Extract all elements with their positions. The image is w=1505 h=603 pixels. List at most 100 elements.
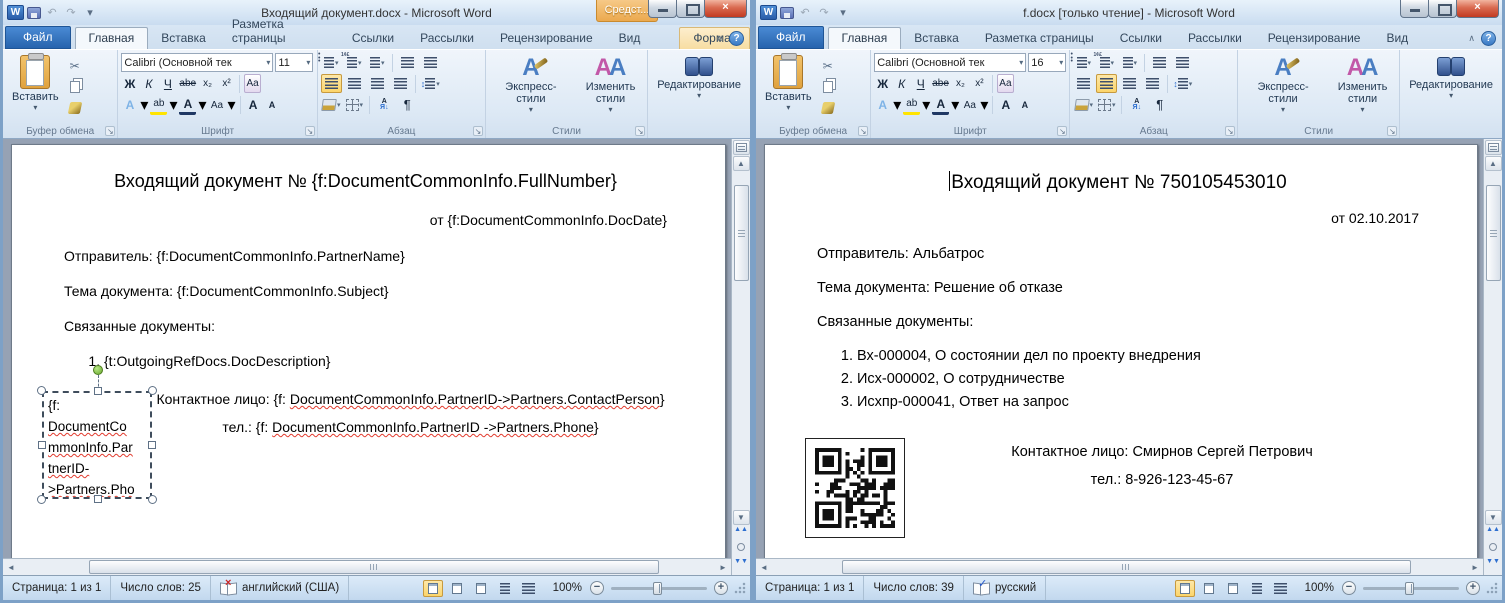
status-language[interactable]: × английский (США) <box>211 576 349 600</box>
italic-button[interactable]: К <box>893 74 910 93</box>
copy-button[interactable] <box>818 78 838 96</box>
clear-formatting-button[interactable]: Aa <box>244 74 261 93</box>
change-styles-button[interactable]: AA Изменить стили ▾ <box>577 53 644 122</box>
contact-line[interactable]: Контактное лицо: Смирнов Сергей Петрович <box>905 444 1419 460</box>
tab-file[interactable]: Файл <box>758 26 824 49</box>
save-icon[interactable] <box>27 7 41 19</box>
select-browse-object-button[interactable] <box>1485 543 1502 557</box>
related-doc-item[interactable]: Исхпр-000041, Ответ на запрос <box>857 394 1419 410</box>
related-docs-header[interactable]: Связанные документы: <box>64 318 667 334</box>
zoom-slider[interactable] <box>1363 587 1459 590</box>
zoom-slider-thumb[interactable] <box>1405 582 1414 595</box>
vertical-scroll-track[interactable] <box>733 171 750 509</box>
show-marks-button[interactable]: ¶ <box>1149 95 1170 114</box>
view-web-layout-button[interactable] <box>471 580 491 597</box>
zoom-out-button[interactable]: − <box>1342 581 1356 595</box>
font-size-combo[interactable]: 11▾ <box>275 53 313 72</box>
status-language[interactable]: ✓ русский <box>964 576 1046 600</box>
tab-insert[interactable]: Вставка <box>148 28 219 49</box>
clear-formatting-button[interactable]: Aa <box>997 74 1014 93</box>
font-dialog-launcher[interactable]: ↘ <box>1057 126 1067 136</box>
strikethrough-button[interactable]: abe <box>931 74 950 93</box>
styles-dialog-launcher[interactable]: ↘ <box>1387 126 1397 136</box>
qr-code[interactable] <box>805 438 905 538</box>
paragraph-dialog-launcher[interactable]: ↘ <box>1225 126 1235 136</box>
bullets-button[interactable]: ▾ <box>321 53 342 72</box>
selected-textbox[interactable]: {f: DocumentCo mmonInfo.Par tnerID- >Par… <box>42 391 154 499</box>
view-print-layout-button[interactable] <box>1175 580 1195 597</box>
scroll-down-button[interactable]: ▼ <box>1485 510 1502 525</box>
rotation-handle[interactable] <box>93 365 103 375</box>
collapse-ribbon-icon[interactable]: ∧ <box>1468 33 1475 44</box>
resize-handle[interactable] <box>94 495 102 503</box>
spellcheck-error-icon[interactable]: × <box>220 582 237 594</box>
doc-sender[interactable]: Отправитель: Альбатрос <box>817 246 1419 262</box>
maximize-button[interactable] <box>1428 0 1457 18</box>
view-draft-button[interactable] <box>1271 580 1291 597</box>
ruler-toggle-button[interactable] <box>733 140 750 155</box>
align-left-button[interactable] <box>1073 74 1094 93</box>
doc-title[interactable]: Входящий документ № {f:DocumentCommonInf… <box>64 171 667 192</box>
document-page[interactable]: Входящий документ № {f:DocumentCommonInf… <box>11 144 726 575</box>
tab-view[interactable]: Вид <box>1373 28 1421 49</box>
view-fullscreen-button[interactable] <box>1199 580 1219 597</box>
select-browse-object-button[interactable] <box>733 543 750 557</box>
paste-button[interactable]: Вставить ▾ <box>6 53 65 122</box>
paragraph-dialog-launcher[interactable]: ↘ <box>473 126 483 136</box>
tab-file[interactable]: Файл <box>5 26 71 49</box>
doc-subject[interactable]: Тема документа: Решение об отказе <box>817 280 1419 296</box>
view-print-layout-button[interactable] <box>423 580 443 597</box>
zoom-slider[interactable] <box>611 587 707 590</box>
previous-page-button[interactable]: ▲▲ <box>733 527 750 541</box>
view-outline-button[interactable] <box>495 580 515 597</box>
superscript-button[interactable]: x² <box>218 74 235 93</box>
scroll-left-button[interactable]: ◄ <box>756 560 772 575</box>
vertical-scrollbar[interactable]: ▲ ▼ ▲▲ ▼▼ <box>731 139 750 575</box>
grow-font-button[interactable]: А <box>245 96 262 115</box>
shrink-font-button[interactable]: А <box>264 96 281 115</box>
vertical-scrollbar[interactable]: ▲ ▼ ▲▲ ▼▼ <box>1483 139 1502 575</box>
related-docs-header[interactable]: Связанные документы: <box>817 314 1419 330</box>
italic-button[interactable]: К <box>140 74 157 93</box>
horizontal-scroll-track[interactable] <box>772 560 1467 575</box>
vertical-scroll-track[interactable] <box>1485 171 1502 509</box>
document-page[interactable]: Входящий документ № 750105453010 от 02.1… <box>764 144 1478 575</box>
font-name-combo[interactable]: Calibri (Основной тек▾ <box>121 53 273 72</box>
styles-dialog-launcher[interactable]: ↘ <box>635 126 645 136</box>
shrink-font-button[interactable]: А <box>1016 96 1033 115</box>
zoom-slider-thumb[interactable] <box>653 582 662 595</box>
resize-handle[interactable] <box>148 441 156 449</box>
clipboard-dialog-launcher[interactable]: ↘ <box>105 126 115 136</box>
tab-home[interactable]: Главная <box>75 27 149 49</box>
spellcheck-ok-icon[interactable]: ✓ <box>973 582 990 594</box>
textbox-content[interactable]: {f: DocumentCo mmonInfo.Par tnerID- >Par… <box>42 391 152 499</box>
phone-line[interactable]: тел.: {f: DocumentCommonInfo.PartnerID -… <box>154 419 667 435</box>
change-styles-button[interactable]: AA Изменить стили ▾ <box>1329 53 1396 122</box>
underline-button[interactable]: Ч <box>912 74 929 93</box>
multilevel-list-button[interactable]: ▾ <box>1119 53 1140 72</box>
sort-button[interactable]: АЯ↓ <box>1126 95 1147 114</box>
undo-icon[interactable]: ↶ <box>44 6 60 19</box>
status-word-count[interactable]: Число слов: 25 <box>111 576 211 600</box>
phone-line[interactable]: тел.: 8-926-123-45-67 <box>905 472 1419 488</box>
horizontal-scrollbar[interactable]: ◄ ► <box>756 558 1483 575</box>
zoom-level[interactable]: 100% <box>1305 582 1334 594</box>
ruler-toggle-button[interactable] <box>1485 140 1502 155</box>
sort-button[interactable]: АЯ↓ <box>374 95 395 114</box>
word-app-icon[interactable]: W <box>7 5 24 20</box>
bold-button[interactable]: Ж <box>874 74 891 93</box>
view-web-layout-button[interactable] <box>1223 580 1243 597</box>
scroll-up-button[interactable]: ▲ <box>1485 156 1502 171</box>
previous-page-button[interactable]: ▲▲ <box>1485 527 1502 541</box>
related-doc-item[interactable]: Вх-000004, О состоянии дел по проекту вн… <box>857 348 1419 364</box>
borders-button[interactable]: ▾ <box>344 95 365 114</box>
line-spacing-button[interactable]: ↕▾ <box>1172 74 1193 93</box>
tab-references[interactable]: Ссылки <box>339 28 407 49</box>
decrease-indent-button[interactable] <box>1149 53 1170 72</box>
help-icon[interactable]: ? <box>729 31 744 46</box>
close-button[interactable]: × <box>1456 0 1499 18</box>
strikethrough-button[interactable]: abe <box>178 74 197 93</box>
align-right-button[interactable] <box>367 74 388 93</box>
format-painter-button[interactable] <box>818 99 838 117</box>
numbering-button[interactable]: ▾ <box>1096 53 1117 72</box>
